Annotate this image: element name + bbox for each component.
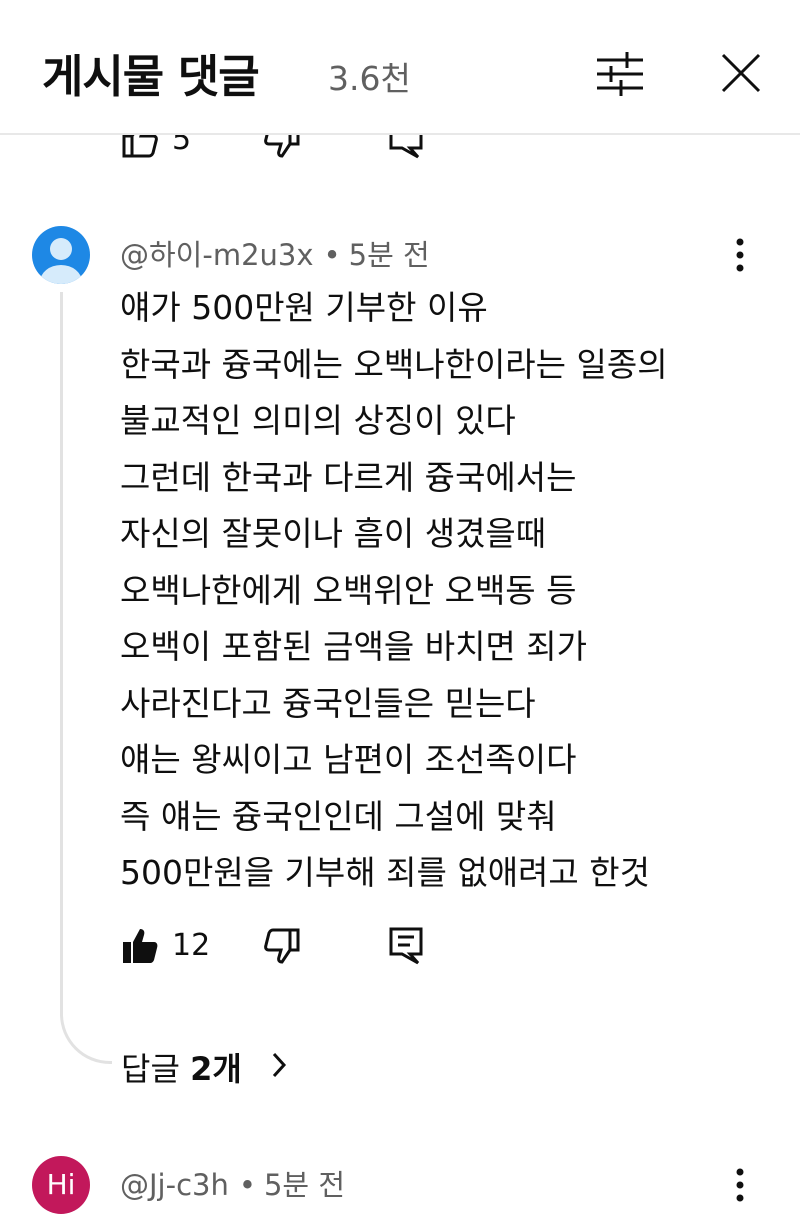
comment-line: 사라진다고 즁국인들은 믿는다 bbox=[120, 683, 536, 723]
comment-line: 오백나한에게 오백위안 오백동 등 bbox=[120, 570, 577, 610]
view-replies-link[interactable]: 답글 2개 bbox=[121, 1044, 287, 1090]
close-icon bbox=[721, 53, 761, 93]
comment-line: 한국과 즁국에는 오백나한이라는 일종의 bbox=[120, 344, 668, 384]
separator: • bbox=[238, 1168, 256, 1202]
thumbs-up-icon[interactable] bbox=[120, 926, 160, 966]
comment-line: 500만원을 기부해 죄를 없애려고 한것 bbox=[120, 853, 650, 892]
comment-text: 얘가 500만원 기부한 이유 한국과 즁국에는 오백나한이라는 일종의 불교적… bbox=[120, 280, 760, 902]
thread-line bbox=[60, 292, 112, 1064]
replies-label: 답글 bbox=[121, 1050, 191, 1088]
avatar-initials: Hi bbox=[46, 1168, 76, 1201]
comments-header: 게시물 댓글 3.6천 bbox=[0, 0, 800, 135]
tune-icon bbox=[597, 52, 643, 96]
comment-meta: @하이-m2u3x • 5분 전 bbox=[120, 232, 430, 274]
close-button[interactable] bbox=[716, 48, 766, 98]
avatar[interactable]: Hi bbox=[32, 1156, 90, 1214]
comment-line: 오백이 포함된 금액을 바치면 죄가 bbox=[120, 627, 587, 666]
comment-line: 불교적인 의미의 상징이 있다 bbox=[120, 401, 516, 440]
more-options-button[interactable] bbox=[722, 236, 758, 276]
timestamp: 5분 전 bbox=[263, 1168, 345, 1202]
comment-line: 얘가 500만원 기부한 이유 bbox=[120, 288, 488, 327]
comment-line: 자신의 잘못이나 흠이 생겼을때 bbox=[120, 514, 547, 553]
more-vert-icon bbox=[736, 238, 744, 272]
reply-icon[interactable] bbox=[388, 926, 424, 966]
replies-count: 2개 bbox=[190, 1050, 242, 1088]
timestamp: 5분 전 bbox=[348, 238, 430, 272]
like-count: 12 bbox=[172, 928, 211, 963]
more-options-button[interactable] bbox=[722, 1166, 758, 1206]
avatar[interactable] bbox=[32, 226, 90, 284]
author-name[interactable]: @Jj-c3h bbox=[120, 1168, 229, 1202]
author-name[interactable]: @하이-m2u3x bbox=[120, 238, 314, 272]
thumbs-down-icon[interactable] bbox=[262, 926, 302, 966]
more-vert-icon bbox=[736, 1168, 744, 1202]
comment-line: 즉 얘는 즁국인인데 그설에 맞춰 bbox=[120, 796, 557, 836]
comment-meta: @Jj-c3h • 5분 전 bbox=[120, 1162, 345, 1204]
separator: • bbox=[323, 238, 341, 272]
page-title: 게시물 댓글 bbox=[42, 50, 260, 103]
chevron-right-icon bbox=[272, 1052, 287, 1078]
default-avatar-icon bbox=[40, 238, 82, 284]
comment-line: 그런데 한국과 다르게 즁국에서는 bbox=[120, 457, 577, 497]
comment-count: 3.6천 bbox=[328, 59, 411, 98]
filter-button[interactable] bbox=[593, 48, 647, 98]
comment-line: 얘는 왕씨이고 남편이 조선족이다 bbox=[120, 740, 577, 779]
